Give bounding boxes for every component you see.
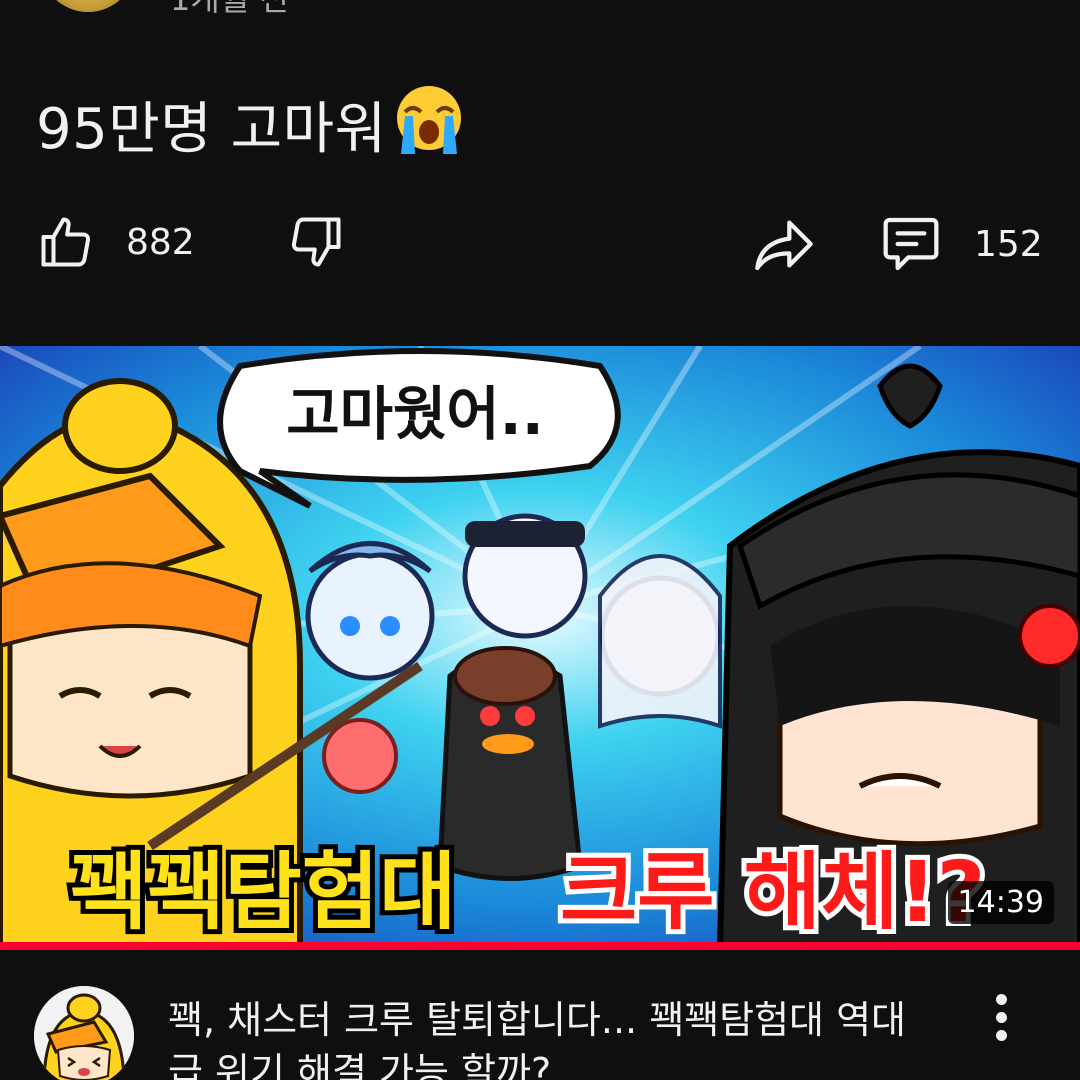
post-text-content: 95만명 고마워 bbox=[36, 97, 387, 162]
duck-mascot-avatar-icon bbox=[34, 986, 134, 1080]
like-button[interactable]: 882 bbox=[36, 212, 195, 272]
video-info: 꽥, 채스터 크루 탈퇴합니다... 꽥꽥탐험대 역대급 위기 해결 가능 할까… bbox=[0, 950, 1080, 1080]
channel-avatar[interactable] bbox=[34, 986, 134, 1080]
post-header: 1개월 전 bbox=[0, 0, 1080, 20]
share-button[interactable] bbox=[752, 214, 816, 274]
more-vert-icon[interactable] bbox=[986, 994, 1016, 1054]
video-title[interactable]: 꽥, 채스터 크루 탈퇴합니다... 꽥꽥탐험대 역대급 위기 해결 가능 할까… bbox=[168, 994, 928, 1080]
menu-dot bbox=[995, 1012, 1007, 1023]
thumbs-down-icon bbox=[291, 217, 341, 267]
comment-button[interactable]: 152 bbox=[878, 212, 1043, 276]
thumbnail-caption-red: 크루 해체!? bbox=[560, 843, 985, 941]
thumbs-up-icon bbox=[41, 217, 91, 267]
video-duration-badge: 14:39 bbox=[947, 881, 1054, 924]
thumbnail-artwork: 고마웠어.. 꽥꽥탐험대 크루 해체!? bbox=[0, 346, 1080, 946]
community-post: 1개월 전 95만명 고마워 882 bbox=[0, 0, 1080, 1080]
like-count: 882 bbox=[126, 221, 195, 263]
watch-progress-fill bbox=[0, 942, 1080, 950]
dislike-button[interactable] bbox=[286, 212, 346, 272]
menu-dot bbox=[995, 1030, 1007, 1041]
thumbnail-speech-bubble: 고마웠어.. bbox=[286, 380, 544, 448]
comment-count: 152 bbox=[974, 223, 1043, 265]
loudly-crying-emoji-icon bbox=[391, 82, 467, 174]
video-thumbnail[interactable]: 고마웠어.. 꽥꽥탐험대 크루 해체!? 14:39 bbox=[0, 346, 1080, 946]
comment-icon bbox=[883, 217, 939, 271]
share-icon bbox=[755, 220, 813, 271]
post-time: 1개월 전 bbox=[170, 0, 289, 20]
watch-progress-bar bbox=[0, 942, 1080, 950]
thumbnail-caption-yellow: 꽥꽥탐험대 bbox=[70, 843, 456, 941]
post-text: 95만명 고마워 bbox=[36, 82, 467, 174]
menu-dot bbox=[995, 994, 1007, 1005]
post-action-bar: 882 152 bbox=[0, 208, 1080, 284]
post-author-avatar[interactable] bbox=[40, 0, 136, 12]
